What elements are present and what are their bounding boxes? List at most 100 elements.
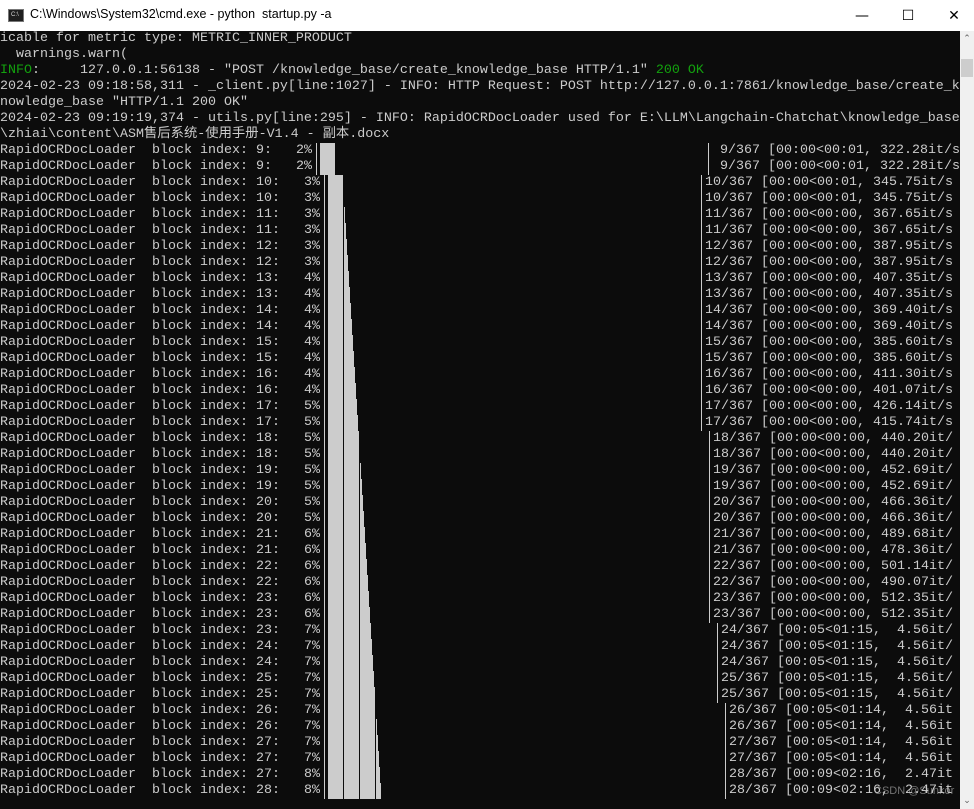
progress-stats: [00:05<01:15, 4.56it/ [777, 687, 953, 702]
progress-count: 16/367 [705, 367, 753, 382]
progress-bar-left-edge [324, 543, 325, 559]
progress-bar-right-edge [709, 431, 710, 447]
chevron-down-icon[interactable]: ⌄ [960, 793, 974, 809]
progress-stats: [00:05<01:15, 4.56it/ [777, 655, 953, 670]
progress-count: 18/367 [713, 431, 761, 446]
progress-count: 27/367 [729, 735, 777, 750]
progress-bar-right-edge [717, 639, 718, 655]
progress-bar-fill [328, 191, 344, 207]
log-line: INFO: 127.0.0.1:56138 - "POST /knowledge… [0, 63, 704, 79]
vertical-scrollbar[interactable]: ⌃ ⌄ [960, 31, 974, 809]
progress-bar-left-edge [324, 255, 325, 271]
progress-count: 23/367 [713, 607, 761, 622]
progress-count: 13/367 [705, 271, 753, 286]
progress-desc: RapidOCRDocLoader block index: 24: [0, 655, 280, 670]
progress-stats: [00:00<00:00, 385.60it/s [761, 335, 953, 350]
progress-bar-left-edge [324, 607, 325, 623]
progress-desc: RapidOCRDocLoader block index: 11: [0, 223, 280, 238]
progress-bar-left-edge [324, 447, 325, 463]
progress-percent: 6% [304, 607, 320, 622]
progress-stats: [00:00<00:00, 466.36it/ [769, 495, 953, 510]
progress-stats: [00:00<00:00, 387.95it/s [761, 255, 953, 270]
progress-stats: [00:00<00:00, 369.40it/s [761, 303, 953, 318]
progress-bar-left-edge [324, 335, 325, 351]
progress-bar-fill [320, 159, 336, 175]
log-line: warnings.warn( [0, 47, 128, 62]
close-icon: ✕ [948, 7, 960, 24]
progress-bar-right-edge [701, 287, 702, 303]
progress-desc: RapidOCRDocLoader block index: 18: [0, 447, 280, 462]
progress-bar-right-edge [701, 319, 702, 335]
progress-desc: RapidOCRDocLoader block index: 23: [0, 623, 280, 638]
progress-bar-left-edge [324, 639, 325, 655]
progress-bar-right-edge [708, 159, 709, 175]
progress-bar-fill [328, 319, 352, 335]
progress-stats: [00:05<01:15, 4.56it/ [777, 671, 953, 686]
progress-stats: [00:00<00:00, 407.35it/s [761, 287, 953, 302]
progress-desc: RapidOCRDocLoader block index: 27: [0, 751, 280, 766]
progress-desc: RapidOCRDocLoader block index: 19: [0, 479, 280, 494]
progress-desc: RapidOCRDocLoader block index: 28: [0, 783, 280, 798]
progress-bar-right-edge [709, 511, 710, 527]
progress-percent: 3% [304, 191, 320, 206]
maximize-button[interactable]: ☐ [885, 0, 931, 31]
progress-desc: RapidOCRDocLoader block index: 22: [0, 575, 280, 590]
progress-percent: 6% [304, 575, 320, 590]
progress-count: 24/367 [721, 639, 769, 654]
progress-desc: RapidOCRDocLoader block index: 23: [0, 607, 280, 622]
progress-count: 26/367 [729, 719, 777, 734]
progress-bar-right-edge [701, 191, 702, 207]
progress-count: 23/367 [713, 591, 761, 606]
progress-percent: 4% [304, 383, 320, 398]
progress-count: 13/367 [705, 287, 753, 302]
chevron-up-icon[interactable]: ⌃ [960, 31, 974, 47]
scrollbar-thumb[interactable] [961, 59, 973, 77]
progress-bar-fill [328, 367, 355, 383]
progress-count: 15/367 [705, 351, 753, 366]
progress-bar-right-edge [725, 783, 726, 799]
progress-bar-fill [328, 639, 372, 655]
progress-bar-left-edge [324, 479, 325, 495]
progress-count: 11/367 [705, 207, 753, 222]
progress-bar-left-edge [324, 687, 325, 703]
progress-percent: 7% [304, 719, 320, 734]
progress-bar-left-edge [324, 703, 325, 719]
progress-bar-left-edge [324, 287, 325, 303]
progress-bar-fill [328, 207, 345, 223]
minimize-button[interactable]: — [839, 0, 885, 31]
progress-percent: 5% [304, 463, 320, 478]
progress-count: 15/367 [705, 335, 753, 350]
progress-stats: [00:00<00:01, 322.28it/s [768, 143, 960, 158]
progress-bar-fill [328, 175, 343, 191]
progress-bar-right-edge [709, 559, 710, 575]
progress-bar-left-edge [324, 783, 325, 799]
console-output[interactable]: icable for metric type: METRIC_INNER_PRO… [0, 31, 960, 809]
status-text: 200 OK [655, 63, 704, 78]
progress-bar-fill [328, 399, 357, 415]
progress-bar-fill [328, 783, 381, 799]
progress-bar-left-edge [324, 303, 325, 319]
cmd-icon: C:\ [8, 9, 24, 22]
progress-bar-left-edge [316, 159, 317, 175]
log-level: INFO [0, 63, 32, 78]
progress-stats: [00:00<00:00, 411.30it/s [761, 367, 953, 382]
progress-percent: 7% [304, 639, 320, 654]
close-button[interactable]: ✕ [931, 0, 974, 31]
progress-stats: [00:05<01:14, 4.56it [785, 735, 953, 750]
progress-bar-right-edge [717, 671, 718, 687]
progress-percent: 7% [304, 671, 320, 686]
progress-stats: [00:00<00:00, 440.20it/ [769, 447, 953, 462]
progress-bar-left-edge [324, 495, 325, 511]
progress-bar-left-edge [324, 463, 325, 479]
progress-desc: RapidOCRDocLoader block index: 22: [0, 559, 280, 574]
progress-bar-right-edge [701, 271, 702, 287]
progress-stats: [00:00<00:00, 426.14it/s [761, 399, 953, 414]
progress-stats: [00:00<00:00, 440.20it/ [769, 431, 953, 446]
progress-percent: 5% [304, 495, 320, 510]
progress-desc: RapidOCRDocLoader block index: 26: [0, 719, 280, 734]
progress-bar-fill [328, 447, 360, 463]
progress-bar-fill [328, 591, 369, 607]
progress-bar-fill [328, 527, 365, 543]
progress-bar-left-edge [324, 671, 325, 687]
progress-bar-left-edge [324, 239, 325, 255]
